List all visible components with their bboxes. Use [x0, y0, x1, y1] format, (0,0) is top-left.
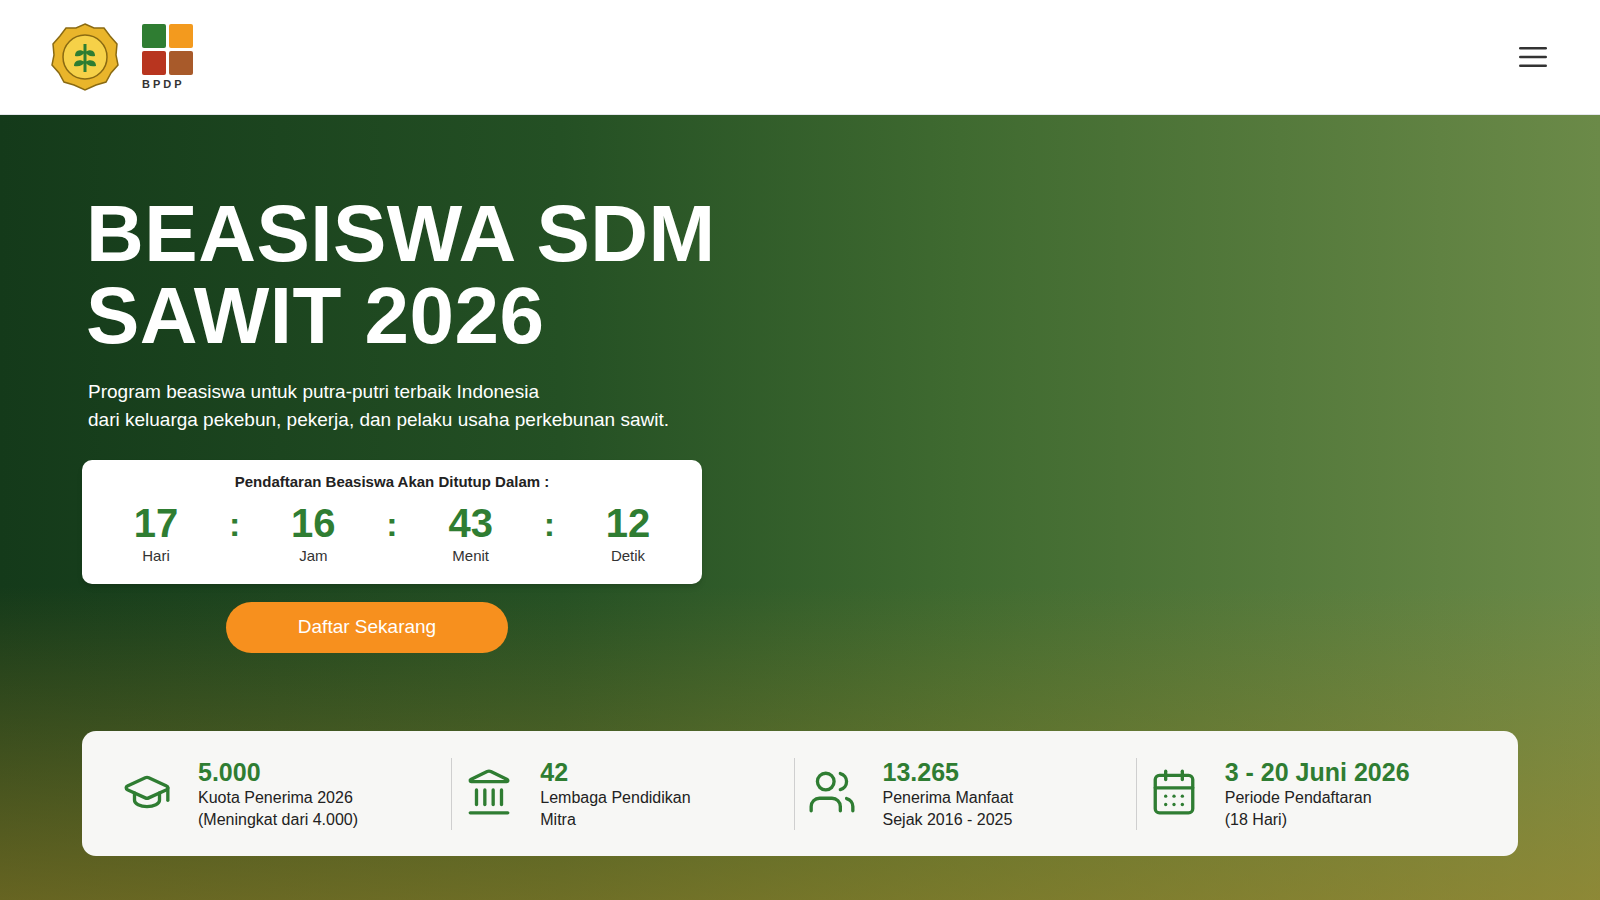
countdown-unit-label: Jam: [299, 546, 327, 566]
stats-divider: [794, 758, 795, 830]
countdown-separator: :: [229, 500, 240, 546]
countdown-unit-label: Detik: [611, 546, 645, 566]
countdown-unit: 12Detik: [588, 500, 668, 566]
stats-divider: [1136, 758, 1137, 830]
institution-icon: [464, 767, 514, 817]
stat-item: 13.265Penerima ManfaatSejak 2016 - 2025: [795, 757, 1136, 831]
stat-label: Mitra: [540, 809, 690, 831]
stat-value: 42: [540, 757, 690, 787]
countdown-unit: 16Jam: [273, 500, 353, 566]
landing-page: BPDP BEASISWA SDMSAWIT 2026 Program beasis…: [0, 0, 1600, 900]
graduation-cap-icon: [122, 767, 172, 817]
countdown-value: 17: [134, 500, 179, 546]
stat-label: Lembaga Pendidikan: [540, 787, 690, 809]
stat-value: 5.000: [198, 757, 358, 787]
menu-button[interactable]: [1514, 41, 1552, 73]
countdown-separator: :: [544, 500, 555, 546]
hero-subtitle: Program beasiswa untuk putra-putri terba…: [88, 378, 1518, 434]
header: BPDP: [0, 0, 1600, 115]
people-icon: [807, 767, 857, 817]
bpdp-squares-icon: [142, 24, 193, 75]
stat-value: 3 - 20 Juni 2026: [1225, 757, 1410, 787]
bpdp-logo-text: BPDP: [142, 79, 185, 90]
hero-title: BEASISWA SDMSAWIT 2026: [86, 193, 1518, 358]
hamburger-icon: [1518, 45, 1548, 69]
countdown-unit-label: Hari: [142, 546, 170, 566]
stat-value: 13.265: [883, 757, 1014, 787]
stat-label: (Meningkat dari 4.000): [198, 809, 358, 831]
stat-label: Sejak 2016 - 2025: [883, 809, 1014, 831]
stat-label: Penerima Manfaat: [883, 787, 1014, 809]
ministry-emblem-icon: [50, 22, 120, 92]
countdown-value: 16: [291, 500, 336, 546]
stat-item: 42Lembaga PendidikanMitra: [452, 757, 793, 831]
countdown-value: 43: [448, 500, 493, 546]
stat-label: Kuota Penerima 2026: [198, 787, 358, 809]
countdown-separator: :: [386, 500, 397, 546]
stat-item: 5.000Kuota Penerima 2026(Meningkat dari …: [122, 757, 451, 831]
stat-label: Periode Pendaftaran: [1225, 787, 1410, 809]
countdown-label: Pendaftaran Beasiswa Akan Ditutup Dalam …: [235, 472, 550, 492]
countdown-card: Pendaftaran Beasiswa Akan Ditutup Dalam …: [82, 460, 702, 584]
hero: BEASISWA SDMSAWIT 2026 Program beasiswa u…: [0, 115, 1600, 900]
bpdp-logo: BPDP: [142, 24, 193, 90]
countdown-unit-label: Menit: [452, 546, 489, 566]
stats-bar: 5.000Kuota Penerima 2026(Meningkat dari …: [82, 731, 1518, 856]
countdown-value: 12: [606, 500, 651, 546]
countdown-unit: 43Menit: [431, 500, 511, 566]
countdown-timer: 17Hari:16Jam:43Menit:12Detik: [106, 500, 678, 566]
stat-label: (18 Hari): [1225, 809, 1410, 831]
logo-group[interactable]: BPDP: [50, 22, 193, 92]
stats-divider: [451, 758, 452, 830]
calendar-icon: [1149, 767, 1199, 817]
register-button[interactable]: Daftar Sekarang: [226, 602, 508, 653]
countdown-unit: 17Hari: [116, 500, 196, 566]
stat-item: 3 - 20 Juni 2026Periode Pendaftaran(18 H…: [1137, 757, 1478, 831]
